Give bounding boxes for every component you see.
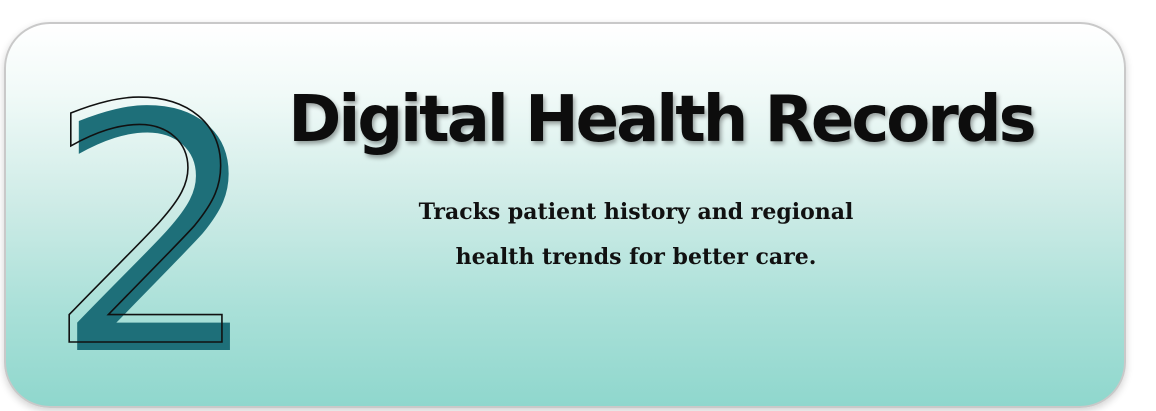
step-number-outline: 2: [45, 36, 255, 408]
step-number-graphic: 2 2: [44, 35, 263, 406]
feature-card: 2 2 Digital Health Records Tracks patien…: [4, 22, 1126, 408]
step-number-svg: 2 2: [44, 35, 263, 406]
description-line-1: Tracks patient history and regional: [418, 199, 854, 225]
card-description: Tracks patient history and regional heal…: [306, 190, 966, 280]
description-line-2: health trends for better care.: [455, 244, 817, 270]
card-title: Digital Health Records: [288, 83, 1036, 157]
